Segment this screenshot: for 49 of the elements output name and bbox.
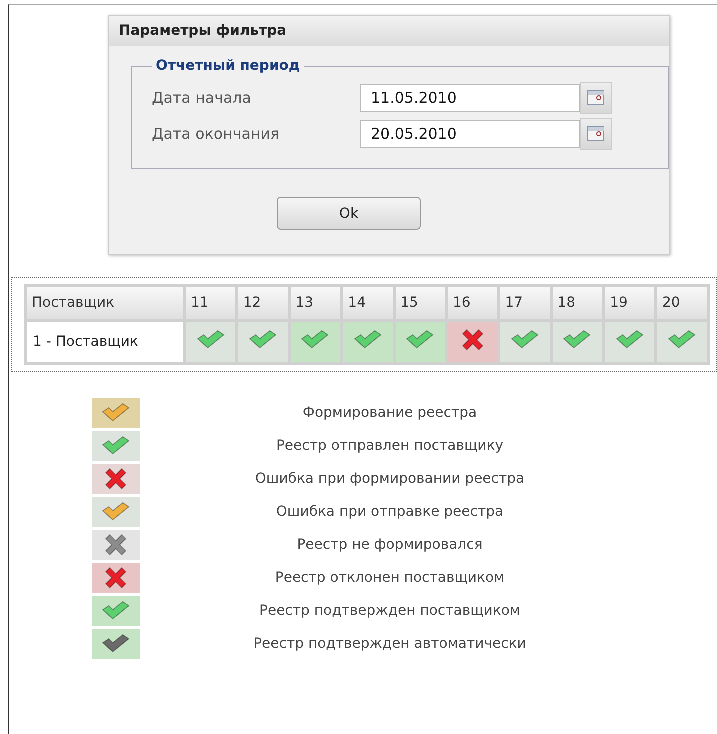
check-icon [352, 330, 383, 350]
legend-label: Формирование реестра [302, 405, 478, 421]
cross-icon [460, 329, 485, 351]
column-header: 13 [290, 287, 340, 319]
check-icon [101, 601, 131, 621]
calendar-button[interactable] [580, 118, 612, 150]
legend-label: Реестр отклонен поставщиком [274, 570, 506, 586]
check-icon [196, 330, 226, 350]
check-icon [101, 436, 131, 456]
column-header: 19 [605, 287, 654, 319]
dialog-title: Параметры фильтра [109, 16, 669, 46]
check-icon [614, 330, 645, 350]
legend-label: Ошибка при отправке реестра [275, 504, 505, 520]
column-header: 12 [238, 287, 288, 319]
check-icon [101, 403, 131, 423]
calendar-icon [587, 90, 605, 106]
calendar-button[interactable] [580, 82, 612, 114]
date-field[interactable]: 20.05.2010 [360, 120, 580, 148]
column-header: 20 [657, 287, 707, 319]
legend-label: Ошибка при формировании реестра [254, 471, 526, 487]
check-icon [562, 330, 592, 350]
column-header: 16 [448, 287, 498, 319]
check-icon [667, 330, 698, 350]
legend-label: Реестр отправлен поставщику [275, 438, 505, 454]
column-header: Поставщик [27, 287, 183, 319]
cross-icon [104, 468, 128, 490]
check-icon [300, 330, 330, 350]
date-field[interactable]: 11.05.2010 [360, 84, 580, 112]
check-icon [405, 330, 436, 350]
legend-label: Реестр подтвержден поставщиком [258, 603, 522, 619]
legend-label: Реестр подтвержден автоматически [252, 636, 528, 652]
check-icon [248, 330, 278, 350]
check-icon [101, 502, 131, 522]
legend-label: Реестр не формировался [296, 537, 484, 553]
check-icon [510, 330, 540, 350]
ok-button[interactable]: Ok [277, 197, 421, 230]
column-header: 14 [343, 287, 393, 319]
group-title: Отчетный период [155, 58, 302, 74]
calendar-icon [587, 126, 605, 142]
cross-icon [104, 567, 128, 589]
field-label: Дата начала [152, 89, 252, 107]
supplier-cell: 1 - Поставщик [27, 322, 183, 362]
column-header: 11 [186, 287, 236, 319]
field-label: Дата окончания [152, 125, 280, 143]
column-header: 15 [396, 287, 445, 319]
column-header: 17 [500, 287, 550, 319]
column-header: 18 [552, 287, 602, 319]
cross-icon [104, 534, 128, 556]
check-icon [101, 634, 131, 654]
